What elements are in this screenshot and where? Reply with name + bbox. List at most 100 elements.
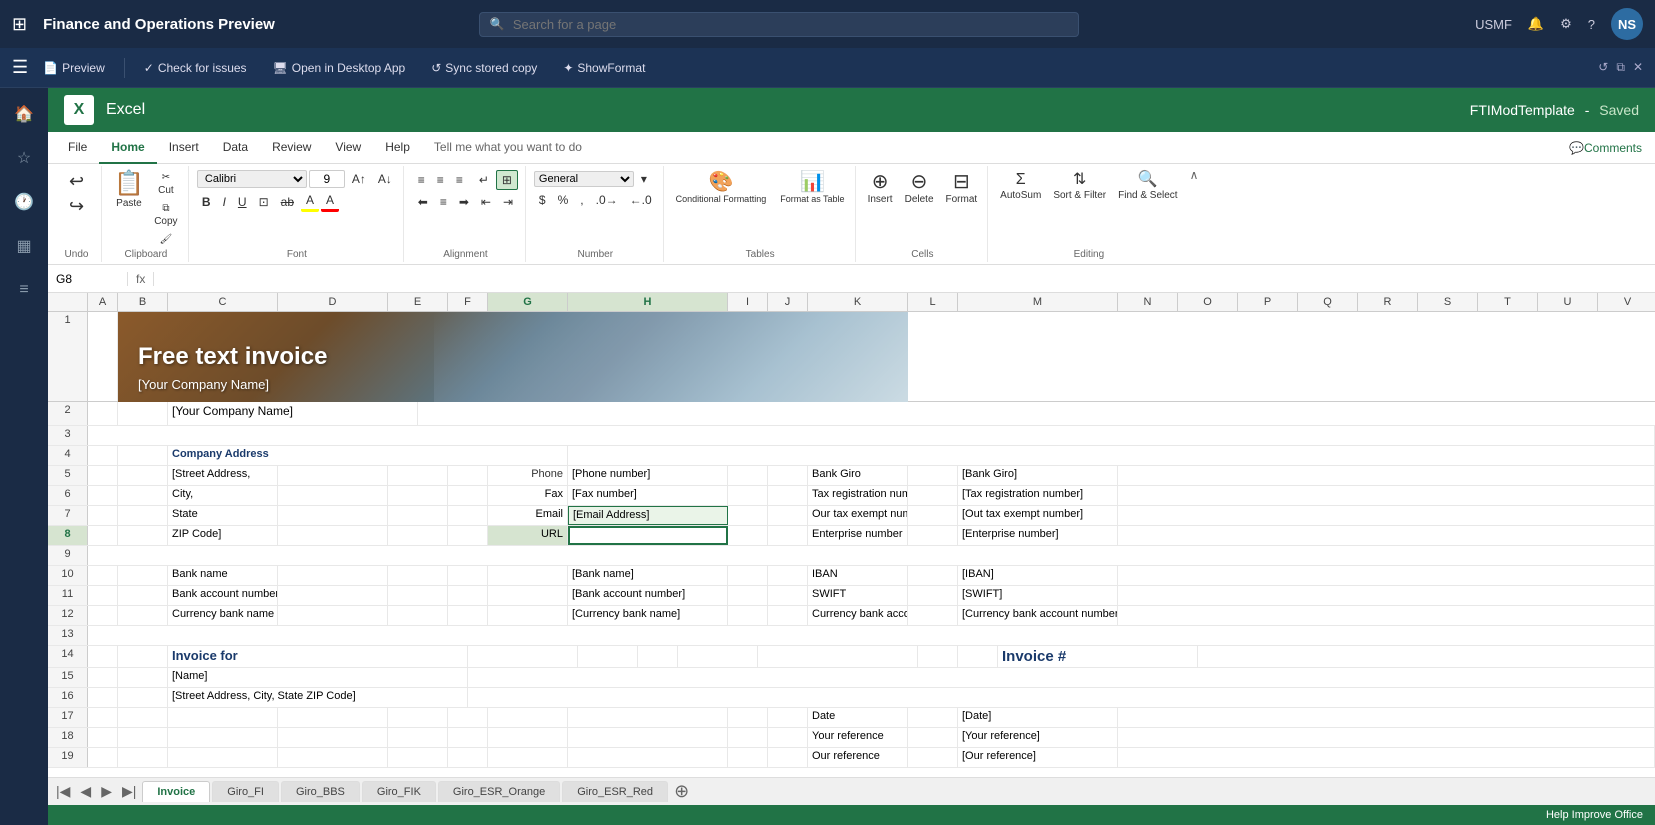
hamburger-icon[interactable]: ☰ [12,57,28,78]
open-desktop-button[interactable]: 🖥 Open in Desktop App [262,56,417,80]
cell-l6[interactable] [908,486,958,505]
cell-c2[interactable]: [Your Company Name] [168,402,418,425]
cell-h14[interactable] [758,646,918,667]
sheet-tab-giro-fi[interactable]: Giro_FI [212,781,279,802]
sheet-nav-first[interactable]: |◀ [52,783,74,800]
sidebar-home-icon[interactable]: 🏠 [6,96,42,132]
cell-b15[interactable] [118,668,168,687]
cell-j10[interactable] [768,566,808,585]
cell-rest7[interactable] [1118,506,1655,525]
sheet-nav-last[interactable]: ▶| [118,783,140,800]
cell-c14-invoice-for[interactable]: Invoice for [168,646,468,667]
cell-j14[interactable] [958,646,998,667]
sheet-tab-giro-esr-orange[interactable]: Giro_ESR_Orange [438,781,560,802]
cell-e19[interactable] [388,748,448,767]
font-increase-button[interactable]: A↑ [347,170,371,188]
ribbon-collapse-button[interactable]: ∧ [1190,168,1199,182]
cell-rest11[interactable] [1118,586,1655,605]
cell-g10[interactable] [488,566,568,585]
sidebar-grid-icon[interactable]: ▦ [6,228,42,264]
cell-h6-fax-val[interactable]: [Fax number] [568,486,728,505]
cell-j19[interactable] [768,748,808,767]
sidebar-clock-icon[interactable]: 🕐 [6,184,42,220]
cell-a18[interactable] [88,728,118,747]
cell-d14[interactable] [468,646,578,667]
cell-k5-bankgiro[interactable]: Bank Giro [808,466,908,485]
cell-b14[interactable] [118,646,168,667]
cell-h17[interactable] [568,708,728,727]
col-header-a[interactable]: A [88,293,118,311]
cell-a17[interactable] [88,708,118,727]
col-header-i[interactable]: I [728,293,768,311]
col-header-u[interactable]: U [1538,293,1598,311]
tab-tell-me[interactable]: Tell me what you want to do [422,132,594,164]
col-header-r[interactable]: R [1358,293,1418,311]
cell-b12[interactable] [118,606,168,625]
cell-a12[interactable] [88,606,118,625]
fill-color-button[interactable]: A [301,191,319,212]
cell-k6-tax[interactable]: Tax registration number [808,486,908,505]
col-header-n[interactable]: N [1118,293,1178,311]
cell-g18[interactable] [488,728,568,747]
copy-button[interactable]: ⧉ Copy [150,199,182,229]
popout-icon[interactable]: ⧉ [1616,60,1625,75]
col-header-g[interactable]: G [488,293,568,311]
cell-rest10[interactable] [1118,566,1655,585]
cell-i10[interactable] [728,566,768,585]
search-input[interactable] [513,17,1068,32]
cell-l18[interactable] [908,728,958,747]
redo-button[interactable]: ↪ [61,193,93,217]
cell-e17[interactable] [388,708,448,727]
cell-h11-account-val[interactable]: [Bank account number] [568,586,728,605]
bell-icon[interactable]: 🔔 [1528,16,1544,32]
cell-d6[interactable] [278,486,388,505]
sidebar-star-icon[interactable]: ☆ [6,140,42,176]
cell-c15-name[interactable]: [Name] [168,668,468,687]
help-icon[interactable]: ? [1588,17,1595,32]
cell-l17[interactable] [908,708,958,727]
cell-c10-bankname[interactable]: Bank name [168,566,278,585]
cell-e12[interactable] [388,606,448,625]
cell-b11[interactable] [118,586,168,605]
cell-e7[interactable] [388,506,448,525]
cell-b4[interactable] [118,446,168,465]
cell-m19-ourref-val[interactable]: [Our reference] [958,748,1118,767]
show-format-button[interactable]: ✦ ShowFormat [552,56,656,80]
cell-l10[interactable] [908,566,958,585]
tab-help[interactable]: Help [373,132,422,164]
cell-g12[interactable] [488,606,568,625]
comments-button[interactable]: 💬 Comments [1564,139,1647,157]
col-header-v[interactable]: V [1598,293,1655,311]
cell-a1[interactable] [88,312,118,401]
cell-f7[interactable] [448,506,488,525]
col-header-f[interactable]: F [448,293,488,311]
cell-b17[interactable] [118,708,168,727]
cell-rest12[interactable] [1118,606,1655,625]
format-as-table-button[interactable]: 📊 Format as Table [776,168,848,206]
cell-rest4[interactable] [568,446,1655,465]
cell-i6[interactable] [728,486,768,505]
col-header-c[interactable]: C [168,293,278,311]
cell-j6[interactable] [768,486,808,505]
cell-j12[interactable] [768,606,808,625]
delete-button[interactable]: ⊖ Delete [901,168,938,207]
close-icon[interactable]: ✕ [1633,60,1643,75]
font-color-button[interactable]: A [321,191,339,212]
cell-h7-email-val[interactable]: [Email Address] [568,506,728,525]
cell-a6[interactable] [88,486,118,505]
cell-a19[interactable] [88,748,118,767]
percent-button[interactable]: % [553,191,574,209]
app-grid-icon[interactable]: ⊞ [12,14,27,35]
cell-i12[interactable] [728,606,768,625]
strikethrough-button[interactable]: ab [276,193,299,211]
cell-d19[interactable] [278,748,388,767]
cell-b5[interactable] [118,466,168,485]
cell-h19[interactable] [568,748,728,767]
cell-f5[interactable] [448,466,488,485]
cell-a11[interactable] [88,586,118,605]
align-right2-button[interactable]: ➡ [454,193,474,211]
tab-insert[interactable]: Insert [157,132,211,164]
cell-f6[interactable] [448,486,488,505]
cell-c12-currbank[interactable]: Currency bank name [168,606,278,625]
cell-f10[interactable] [448,566,488,585]
